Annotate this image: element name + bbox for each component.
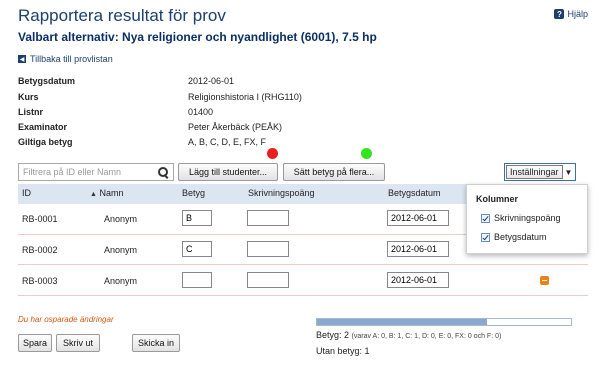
info-label-kurs: Kurs [18,92,39,102]
info-label-giltiga-betyg: Giltiga betyg [18,137,73,147]
grade-summary: Betyg: 2 (varav A: 0, B: 1, C: 1, D: 0, … [316,330,501,340]
help-link[interactable]: ? Hjälp [554,9,588,19]
row-3-grade-input[interactable] [182,272,212,288]
settings-label[interactable]: Inställningar [506,165,563,179]
page-title: Rapportera resultat för prov [18,6,226,25]
help-label[interactable]: Hjälp [567,9,588,19]
page-subtitle: Valbart alternativ: Nya religioner och n… [18,30,377,44]
row-3-date-input[interactable] [387,272,449,288]
row-3-name: Anonym [104,276,138,286]
column-header-betygsdatum[interactable]: Betygsdatum [388,188,441,198]
unsaved-changes-notice: Du har osparade ändringar [18,315,114,324]
column-toggle-label[interactable]: Betygsdatum [494,232,547,242]
row-2-points-input[interactable] [247,241,289,257]
row-divider [18,295,588,296]
row-2-grade-input[interactable] [182,241,212,257]
row-1-date-input[interactable] [387,210,449,226]
filter-input[interactable] [23,167,158,177]
column-header-skrivningspoang[interactable]: Skrivningspoäng [248,188,315,198]
column-header-namn[interactable]: Namn [99,188,123,198]
column-header-namn-wrap[interactable]: ▲ Namn [90,188,123,198]
columns-dropdown: Kolumner Skrivningspoäng Betygsdatum [466,184,588,254]
row-1-name: Anonym [104,214,138,224]
row-2-name: Anonym [104,245,138,255]
column-header-betyg[interactable]: Betyg [182,188,205,198]
row-3-points-input[interactable] [247,272,289,288]
settings-button[interactable]: Inställningar ▼ [504,163,577,181]
back-arrow-icon: ◀ [18,55,26,63]
green-marker-dot [361,148,372,159]
row-3-id: RB-0003 [22,276,58,286]
row-2-id: RB-0002 [22,245,58,255]
info-value-kurs: Religionshistoria I (RHG110) [188,92,302,102]
add-students-button[interactable]: Lägg till studenter... [178,163,278,181]
column-header-id[interactable]: ID [22,188,31,198]
row-2-date-input[interactable] [387,241,449,257]
grade-count: Betyg: 2 [316,330,350,340]
set-grades-button[interactable]: Sätt betyg på flera... [283,163,385,181]
checkbox-checked-icon[interactable] [481,232,490,242]
row-1-id: RB-0001 [22,214,58,224]
caret-down-icon[interactable]: ▼ [565,168,575,177]
column-toggle-label[interactable]: Skrivningspoäng [494,213,561,223]
help-icon: ? [554,9,565,19]
grading-progress-fill [317,319,488,325]
column-toggle-betygsdatum[interactable]: Betygsdatum [481,232,547,242]
save-button[interactable]: Spara [18,334,52,352]
info-label-listnr: Listnr [18,107,44,117]
row-1-points-input[interactable] [247,210,289,226]
columns-menu-title: Kolumner [476,194,519,204]
row-3-remove-icon[interactable] [540,276,549,285]
filter-field[interactable] [18,163,174,181]
info-value-giltiga-betyg: A, B, C, D, E, FX, F [188,137,267,147]
sort-ascending-icon[interactable]: ▲ [90,191,97,198]
checkbox-checked-icon[interactable] [481,213,490,223]
info-value-listnr: 01400 [188,107,214,117]
print-button[interactable]: Skriv ut [56,334,100,352]
ungraded-count: Utan betyg: 1 [316,346,370,356]
back-label[interactable]: Tillbaka till provlistan [30,54,113,64]
row-divider [18,264,588,265]
search-icon[interactable] [158,166,169,178]
column-toggle-skrivningspoang[interactable]: Skrivningspoäng [481,213,561,223]
grade-breakdown: (varav A: 0, B: 1, C: 1, D: 0, E: 0, FX:… [351,333,502,340]
info-label-betygsdatum: Betygsdatum [18,76,76,86]
back-link[interactable]: ◀ Tillbaka till provlistan [18,54,113,64]
red-marker-dot [267,148,278,159]
info-value-examinator: Peter Åkerbäck (PEÅK) [188,122,283,132]
submit-button[interactable]: Skicka in [132,334,180,352]
info-value-betygsdatum: 2012-06-01 [188,76,235,86]
grading-progress-bar [316,318,572,326]
row-1-grade-input[interactable] [182,210,212,226]
info-label-examinator: Examinator [18,122,68,132]
